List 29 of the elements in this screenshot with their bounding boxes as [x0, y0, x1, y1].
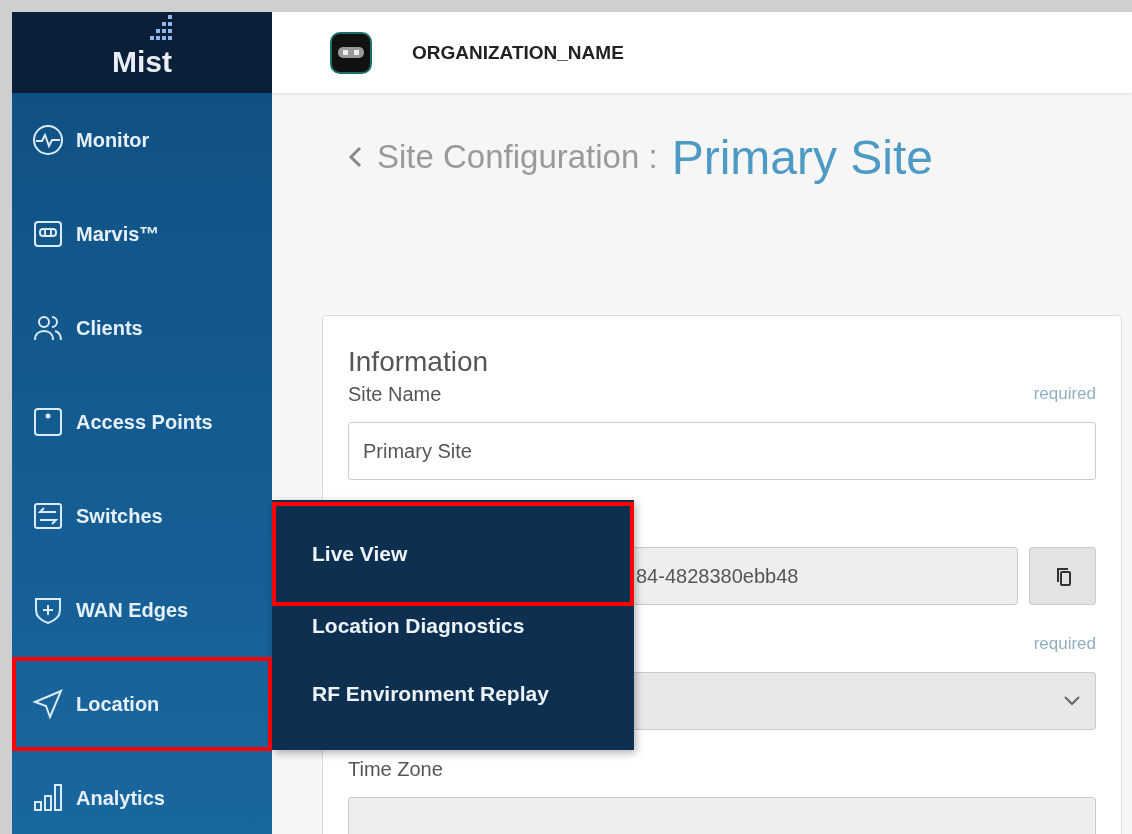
navigation-arrow-icon: [32, 688, 64, 720]
page-title-prefix: Site Configuration :: [377, 138, 658, 176]
sidebar-item[interactable]: Analytics: [12, 751, 272, 834]
menu-item[interactable]: Live View: [272, 502, 634, 606]
sidebar-item[interactable]: Access Points: [12, 375, 272, 469]
chevron-down-icon: [1063, 695, 1081, 707]
robot-face-icon: [32, 218, 64, 250]
required-hint: required: [1033, 384, 1096, 404]
sidebar-item[interactable]: Clients: [12, 281, 272, 375]
sidebar-item[interactable]: Switches: [12, 469, 272, 563]
field-label: Site Name: [348, 382, 442, 406]
page-title: Primary Site: [671, 129, 934, 185]
robot-face-icon: [328, 29, 374, 76]
arrows-box-icon: [32, 500, 64, 532]
card-title: Information: [348, 346, 490, 379]
menu-item[interactable]: RF Environment Replay: [272, 660, 634, 728]
sidebar-item[interactable]: Monitor: [12, 93, 272, 187]
sidebar-item[interactable]: Location: [12, 657, 272, 751]
bar-chart-icon: [32, 782, 64, 814]
text-field[interactable]: Primary Site: [348, 422, 1096, 480]
logo-text: Mist: [112, 44, 172, 79]
sidebar-item[interactable]: Marvis™: [12, 187, 272, 281]
pulse-circle-icon: [32, 124, 64, 156]
copy-button[interactable]: [1029, 547, 1096, 605]
organization-name: ORGANIZATION_NAME: [412, 41, 624, 64]
field-label: Time Zone: [348, 757, 443, 781]
back-icon[interactable]: [347, 145, 363, 169]
sidebar-item[interactable]: WAN Edges: [12, 563, 272, 657]
required-hint: required: [1033, 634, 1096, 654]
